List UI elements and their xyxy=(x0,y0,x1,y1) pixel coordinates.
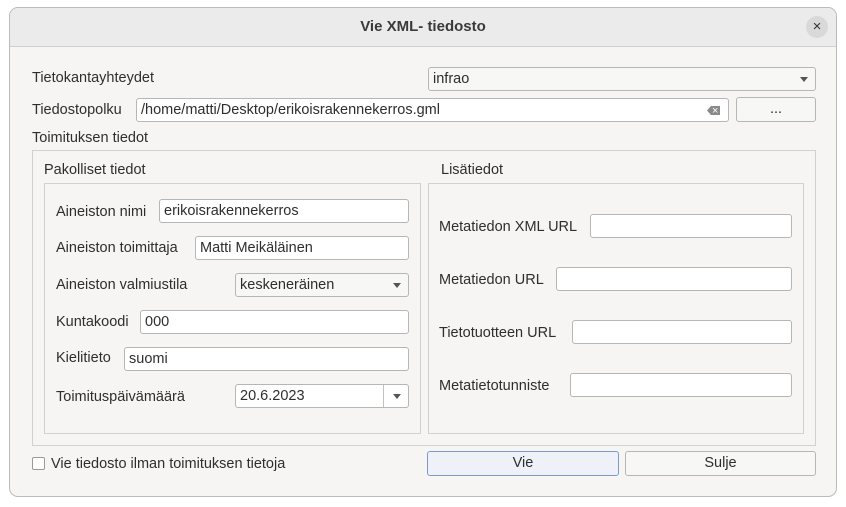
filepath-value: /home/matti/Desktop/erikoisrakennekerros… xyxy=(141,102,440,118)
dialog-title: Vie XML- tiedosto xyxy=(360,18,486,35)
close-button[interactable]: Sulje xyxy=(625,451,816,476)
meta-xml-url-input[interactable] xyxy=(590,214,792,238)
title-bar: Vie XML- tiedosto × xyxy=(10,8,836,47)
additional-title: Lisätiedot xyxy=(441,162,504,178)
connections-value: infrao xyxy=(433,71,470,87)
meta-url-input[interactable] xyxy=(556,267,792,291)
date-picker[interactable]: 20.6.2023 xyxy=(235,384,409,408)
export-dialog: Vie XML- tiedosto × Tietokantayhteydet i… xyxy=(9,7,837,497)
supplier-label: Aineiston toimittaja xyxy=(56,240,178,256)
municipality-input[interactable]: 000 xyxy=(140,310,409,334)
browse-button[interactable]: ... xyxy=(736,97,816,122)
delivery-section-label: Toimituksen tiedot xyxy=(32,130,149,146)
supplier-input[interactable]: Matti Meikäläinen xyxy=(195,236,409,260)
export-without-checkbox[interactable] xyxy=(32,457,45,470)
chevron-down-icon xyxy=(800,77,808,82)
connections-combo[interactable]: infrao xyxy=(428,67,816,91)
dataset-name-input[interactable]: erikoisrakennekerros xyxy=(159,199,409,223)
meta-id-label: Metatietotunniste xyxy=(439,378,550,394)
connections-label: Tietokantayhteydet xyxy=(32,70,154,86)
clear-icon[interactable] xyxy=(707,106,720,115)
meta-url-label: Metatiedon URL xyxy=(439,272,544,288)
filepath-input[interactable]: /home/matti/Desktop/erikoisrakennekerros… xyxy=(136,98,729,122)
export-without-label[interactable]: Vie tiedosto ilman toimituksen tietoja xyxy=(51,456,285,472)
municipality-label: Kuntakoodi xyxy=(56,314,129,330)
date-label: Toimituspäivämäärä xyxy=(56,389,185,405)
date-value: 20.6.2023 xyxy=(240,388,305,404)
product-url-label: Tietotuotteen URL xyxy=(439,325,557,341)
chevron-down-icon xyxy=(393,283,401,288)
required-title: Pakolliset tiedot xyxy=(44,162,146,178)
status-value: keskeneräinen xyxy=(240,277,335,293)
product-url-input[interactable] xyxy=(572,320,792,344)
meta-id-input[interactable] xyxy=(570,373,792,397)
meta-xml-url-label: Metatiedon XML URL xyxy=(439,219,578,235)
filepath-label: Tiedostopolku xyxy=(32,102,122,118)
export-button[interactable]: Vie xyxy=(427,451,619,476)
close-icon[interactable]: × xyxy=(806,16,828,38)
status-combo[interactable]: keskeneräinen xyxy=(235,273,409,297)
language-label: Kielitieto xyxy=(56,350,111,366)
status-label: Aineiston valmiustila xyxy=(56,277,188,293)
chevron-down-icon[interactable] xyxy=(393,394,401,399)
language-input[interactable]: suomi xyxy=(124,347,409,371)
dataset-name-label: Aineiston nimi xyxy=(56,204,147,220)
